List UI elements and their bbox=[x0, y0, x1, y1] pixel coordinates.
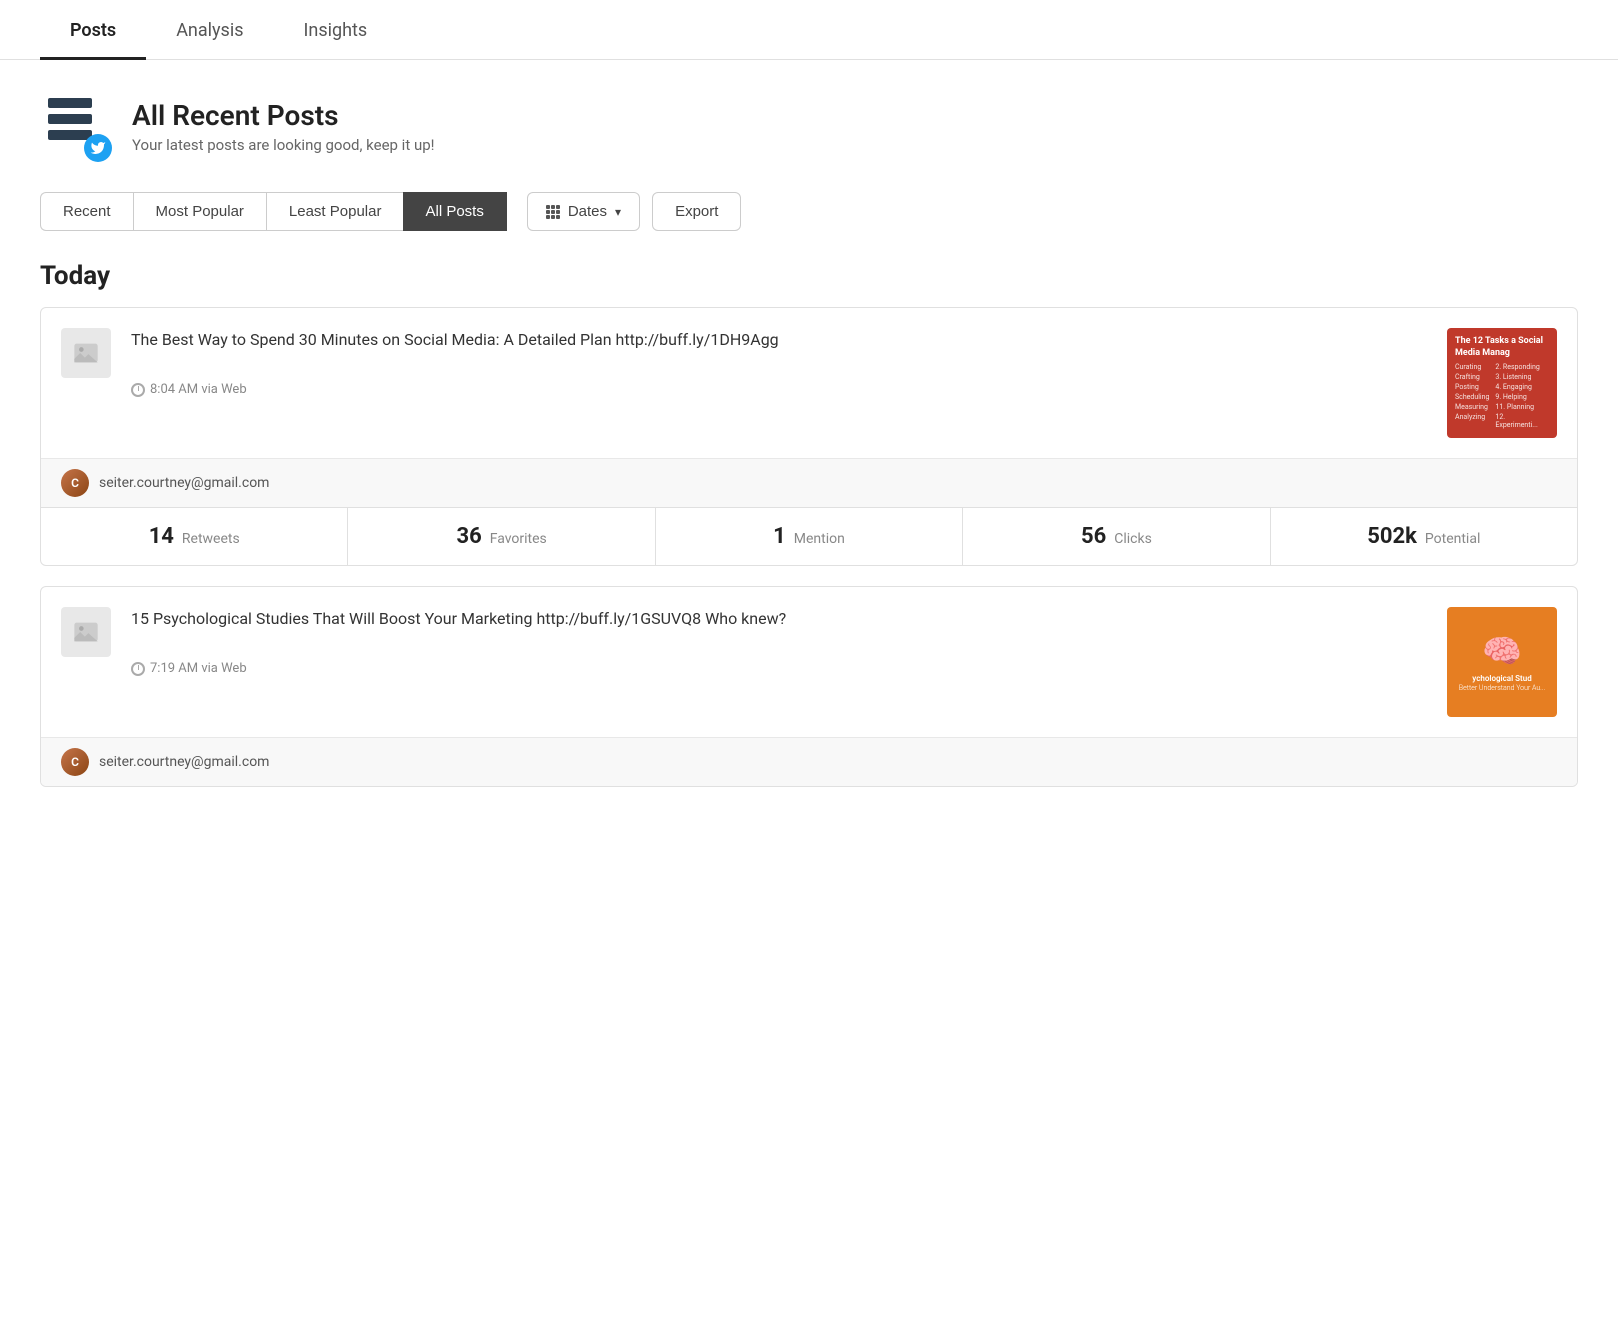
post-image: 🧠 ychological StudBetter Understand Your… bbox=[1447, 607, 1557, 717]
post-thumbnail-placeholder bbox=[61, 328, 111, 378]
stat-favorites: 36 Favorites bbox=[348, 508, 655, 565]
post-card: The Best Way to Spend 30 Minutes on Soci… bbox=[40, 307, 1578, 566]
retweets-count: 14 bbox=[149, 524, 174, 549]
chevron-down-icon: ▾ bbox=[615, 205, 621, 219]
post-image: The 12 Tasks a Social Media Manag Curati… bbox=[1447, 328, 1557, 438]
favorites-count: 36 bbox=[456, 524, 481, 549]
author-row: C seiter.courtney@gmail.com bbox=[41, 737, 1577, 786]
stats-row: 14 Retweets 36 Favorites 1 Mention 56 Cl… bbox=[41, 507, 1577, 565]
stat-potential: 502k Potential bbox=[1271, 508, 1577, 565]
avatar: C bbox=[61, 469, 89, 497]
dates-button[interactable]: Dates ▾ bbox=[527, 192, 640, 231]
stat-retweets: 14 Retweets bbox=[41, 508, 348, 565]
post-time: 7:19 AM via Web bbox=[150, 661, 247, 676]
mentions-count: 1 bbox=[773, 524, 786, 549]
clicks-label: Clicks bbox=[1114, 531, 1152, 547]
recent-filter-button[interactable]: Recent bbox=[40, 192, 133, 231]
post-image-title: The 12 Tasks a Social Media Manag bbox=[1455, 336, 1549, 359]
avatar: C bbox=[61, 748, 89, 776]
post-time: 8:04 AM via Web bbox=[150, 382, 247, 397]
page-header: All Recent Posts Your latest posts are l… bbox=[0, 60, 1618, 182]
clicks-count: 56 bbox=[1081, 524, 1106, 549]
tab-analysis[interactable]: Analysis bbox=[146, 0, 273, 59]
twitter-badge bbox=[84, 134, 112, 162]
potential-count: 502k bbox=[1367, 524, 1417, 549]
mentions-label: Mention bbox=[794, 531, 845, 547]
post-content: The Best Way to Spend 30 Minutes on Soci… bbox=[111, 328, 1447, 397]
post-image-col1: Curating Crafting Posting Scheduling Mea… bbox=[1455, 363, 1489, 429]
post-image-subtitle: ychological StudBetter Understand Your A… bbox=[1459, 674, 1545, 692]
retweets-label: Retweets bbox=[182, 531, 240, 547]
filter-bar: Recent Most Popular Least Popular All Po… bbox=[0, 182, 1618, 251]
nav-tabs: Posts Analysis Insights bbox=[0, 0, 1618, 60]
post-text: 15 Psychological Studies That Will Boost… bbox=[131, 607, 1427, 631]
dates-label: Dates bbox=[568, 203, 607, 220]
stat-clicks: 56 Clicks bbox=[963, 508, 1270, 565]
page-subtitle: Your latest posts are looking good, keep… bbox=[132, 136, 435, 154]
post-main: The Best Way to Spend 30 Minutes on Soci… bbox=[41, 308, 1577, 458]
post-image-col2: 2. Responding 3. Listening 4. Engaging 9… bbox=[1495, 363, 1549, 429]
favorites-label: Favorites bbox=[490, 531, 547, 547]
post-thumbnail-placeholder bbox=[61, 607, 111, 657]
post-content: 15 Psychological Studies That Will Boost… bbox=[111, 607, 1447, 676]
header-icon bbox=[40, 90, 112, 162]
page-title: All Recent Posts bbox=[132, 99, 435, 132]
export-button[interactable]: Export bbox=[652, 192, 741, 231]
filter-group: Recent Most Popular Least Popular All Po… bbox=[40, 192, 507, 231]
image-placeholder-icon bbox=[72, 339, 100, 367]
author-email: seiter.courtney@gmail.com bbox=[99, 475, 269, 491]
most-popular-filter-button[interactable]: Most Popular bbox=[133, 192, 266, 231]
post-meta: 8:04 AM via Web bbox=[131, 382, 1427, 397]
potential-label: Potential bbox=[1425, 531, 1480, 547]
today-section-title: Today bbox=[0, 251, 1618, 307]
tab-insights[interactable]: Insights bbox=[274, 0, 398, 59]
tab-posts[interactable]: Posts bbox=[40, 0, 146, 59]
stat-mentions: 1 Mention bbox=[656, 508, 963, 565]
post-text: The Best Way to Spend 30 Minutes on Soci… bbox=[131, 328, 1427, 352]
post-card: 15 Psychological Studies That Will Boost… bbox=[40, 586, 1578, 787]
post-meta: 7:19 AM via Web bbox=[131, 661, 1427, 676]
twitter-icon bbox=[90, 140, 106, 156]
brain-icon: 🧠 bbox=[1482, 632, 1522, 670]
clock-icon bbox=[131, 383, 145, 397]
post-main: 15 Psychological Studies That Will Boost… bbox=[41, 587, 1577, 737]
least-popular-filter-button[interactable]: Least Popular bbox=[266, 192, 404, 231]
author-row: C seiter.courtney@gmail.com bbox=[41, 458, 1577, 507]
post-image-lines: Curating Crafting Posting Scheduling Mea… bbox=[1455, 363, 1549, 429]
header-text: All Recent Posts Your latest posts are l… bbox=[132, 99, 435, 154]
calendar-icon bbox=[546, 205, 560, 219]
clock-icon bbox=[131, 662, 145, 676]
filter-right: Dates ▾ Export bbox=[527, 192, 742, 231]
all-posts-filter-button[interactable]: All Posts bbox=[403, 192, 506, 231]
author-email: seiter.courtney@gmail.com bbox=[99, 754, 269, 770]
image-placeholder-icon bbox=[72, 618, 100, 646]
